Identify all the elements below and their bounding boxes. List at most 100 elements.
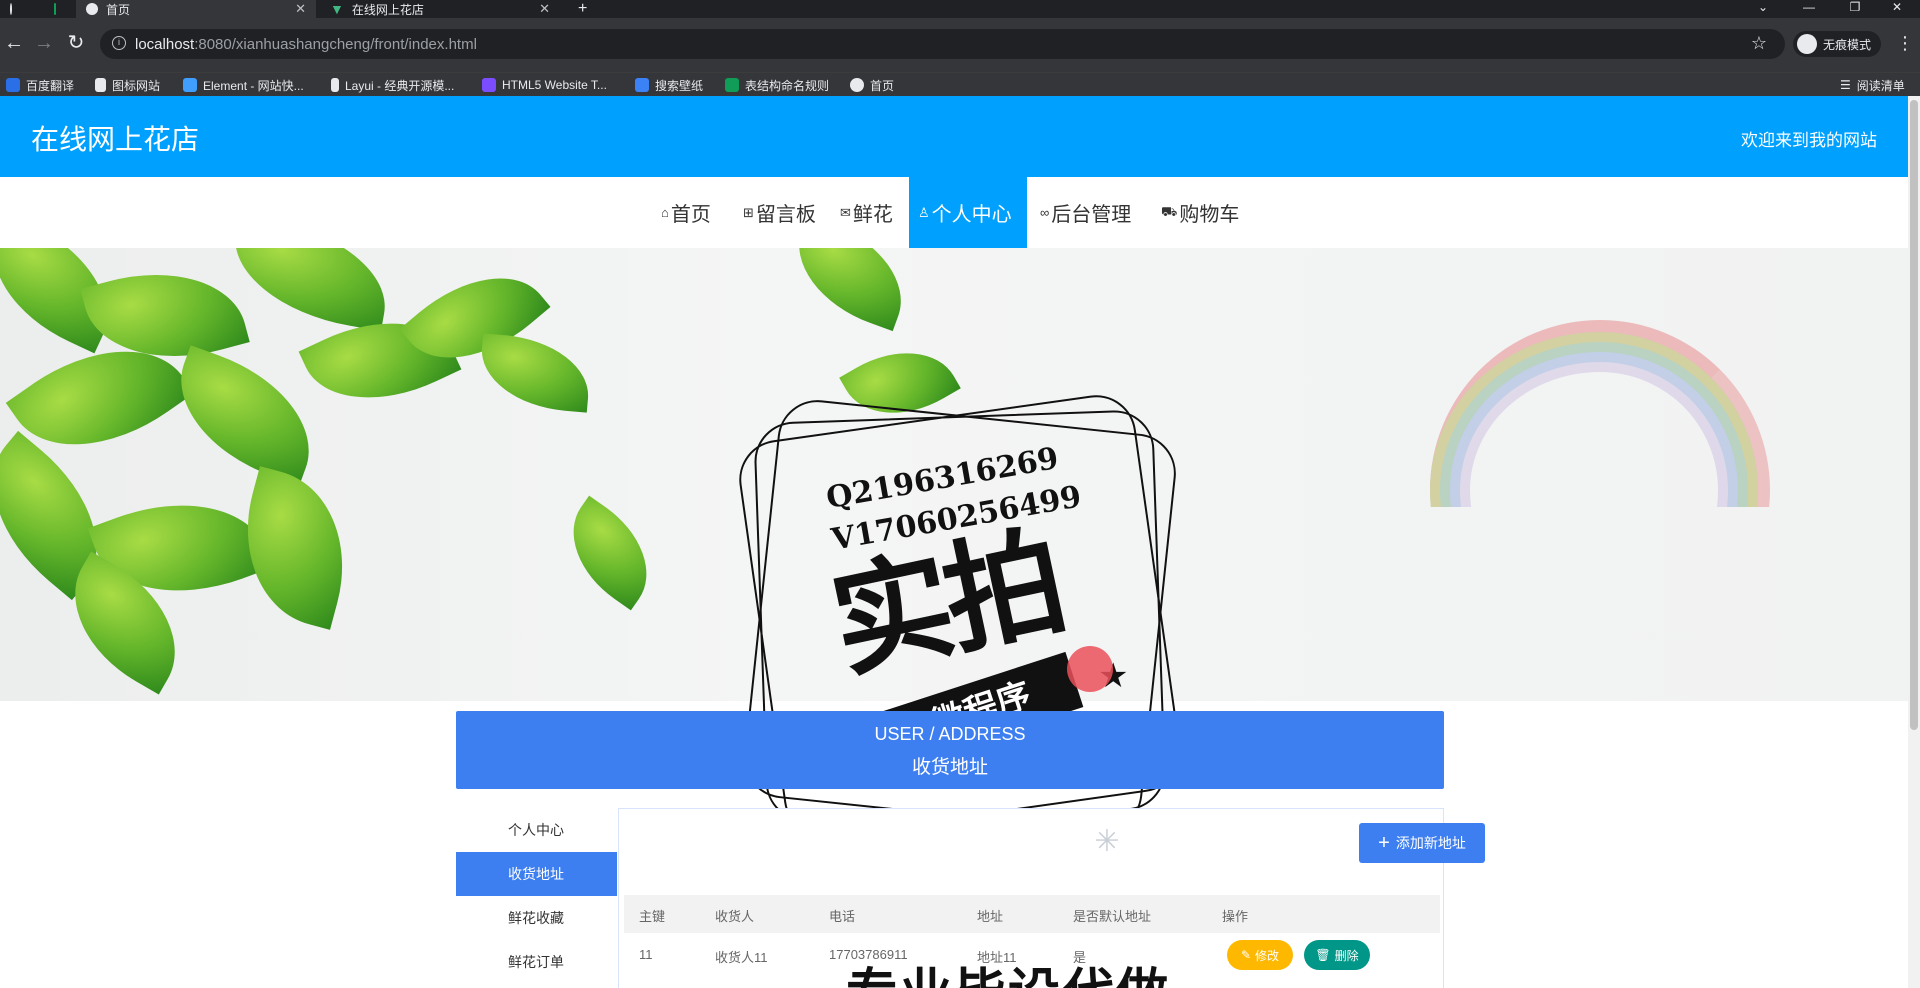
bookmark-label: 图标网站 [112, 78, 161, 93]
hero-banner[interactable] [0, 248, 1908, 701]
reading-list[interactable]: ☰ 阅读清单 [1840, 76, 1905, 94]
new-tab-button[interactable]: + [568, 0, 598, 18]
reading-list-icon: ☰ [1840, 78, 1851, 92]
page-scrollbar[interactable] [1908, 96, 1920, 988]
element-icon [183, 78, 197, 92]
delete-button[interactable]: 🗑 删除 [1304, 940, 1370, 970]
forward-icon[interactable]: → [30, 30, 58, 58]
add-address-button[interactable]: + 添加新地址 [1359, 823, 1485, 863]
address-bar-row: ← → ↻ i localhost:8080/xianhuashangcheng… [0, 18, 1920, 72]
bookmark-label: 表结构命名规则 [745, 78, 830, 93]
info-icon[interactable]: i [112, 36, 126, 50]
url-bar[interactable]: i localhost:8080/xianhuashangcheng/front… [100, 29, 1785, 59]
user-icon: ♙ [918, 204, 930, 220]
restore-icon[interactable]: ❐ [1832, 0, 1878, 18]
loading-spinner-icon: ✳ [1094, 825, 1120, 858]
bookmark-label: 搜索壁纸 [655, 78, 704, 93]
nav-label: 个人中心 [931, 204, 1012, 226]
back-icon[interactable]: ← [0, 30, 28, 58]
col-receiver: 收货人 [715, 909, 755, 924]
nav-admin[interactable]: ∞ 后台管理 [1031, 177, 1140, 248]
nav-label: 留言板 [755, 204, 816, 226]
side-item-orders[interactable]: 鲜花订单 [456, 940, 617, 984]
side-item-personal-center[interactable]: 个人中心 [456, 808, 617, 852]
col-phone: 电话 [829, 909, 856, 924]
minimize-icon[interactable]: — [1786, 0, 1832, 18]
web-page: 在线网上花店 欢迎来到我的网站 ⌂ 首页 ⊞ 留言板 ✉ 鲜花 ♙ 个人中心 ∞ 后台管理… [0, 96, 1908, 988]
bookmark-baidu-translate[interactable]: 百度翻译 [6, 76, 74, 94]
globe-icon [86, 3, 98, 15]
edit-label: 修改 [1255, 948, 1280, 963]
nav-flowers[interactable]: ✉ 鲜花 [831, 177, 902, 248]
flag-icon [95, 78, 106, 92]
tab-label: 首页 [106, 2, 131, 17]
side-item-address[interactable]: 收货地址 [456, 852, 617, 896]
nav-label: 购物车 [1179, 204, 1240, 226]
menu-kebab-icon[interactable]: ⋮ [1896, 33, 1914, 54]
nav-label: 后台管理 [1051, 204, 1132, 226]
reading-list-label: 阅读清单 [1856, 78, 1905, 93]
bookmark-label: HTML5 Website T... [502, 78, 607, 92]
site-title[interactable]: 在线网上花店 [31, 118, 199, 158]
leaf-image [477, 333, 593, 413]
url-path: :8080/xianhuashangcheng/front/index.html [194, 36, 477, 53]
tab-search-icon[interactable] [0, 0, 30, 18]
trash-icon: 🗑 [1315, 948, 1331, 962]
tab-home[interactable]: 首页 ✕ [76, 0, 316, 18]
close-icon[interactable]: ✕ [539, 1, 550, 17]
tab-search-dropdown-icon[interactable]: ⌄ [1740, 0, 1786, 18]
translate-icon [6, 78, 20, 92]
section-header: USER / ADDRESS 收货地址 [456, 711, 1444, 789]
globe-icon [10, 3, 12, 15]
bookmark-label: 百度翻译 [26, 78, 75, 93]
url-text[interactable]: localhost:8080/xianhuashangcheng/front/i… [135, 36, 477, 53]
tab-label: 在线网上花店 [351, 2, 424, 17]
bookmark-home[interactable]: 首页 [850, 76, 894, 94]
scrollbar-thumb[interactable] [1910, 100, 1918, 730]
close-window-icon[interactable]: ✕ [1874, 0, 1920, 18]
bookmark-element[interactable]: Element - 网站快... [183, 76, 304, 94]
nav-personal-center[interactable]: ♙ 个人中心 [909, 177, 1027, 248]
reload-icon[interactable]: ↻ [62, 30, 90, 58]
section-title-en: USER / ADDRESS [874, 724, 1026, 744]
edit-button[interactable]: ✎ 修改 [1227, 940, 1293, 970]
globe-icon [850, 78, 864, 92]
bookmark-label: 首页 [870, 78, 895, 93]
welcome-text: 欢迎来到我的网站 [1741, 131, 1877, 150]
bookmarks-bar: 百度翻译 图标网站 Element - 网站快... Layui - 经典开源模… [0, 72, 1920, 96]
nav-label: 首页 [670, 204, 711, 226]
incognito-icon [1797, 34, 1817, 54]
bookmark-wallpaper[interactable]: 搜索壁纸 [635, 76, 703, 94]
nav-home[interactable]: ⌂ 首页 [652, 177, 720, 248]
rainbow-image [1430, 320, 1770, 507]
home-icon: ⌂ [661, 205, 669, 220]
bookmark-icon-site[interactable]: 图标网站 [95, 76, 160, 94]
col-id: 主键 [639, 909, 666, 924]
link-icon: ∞ [1040, 205, 1050, 220]
bookmark-layui[interactable]: Layui - 经典开源模... [331, 76, 454, 94]
bookmark-star-icon[interactable]: ☆ [1751, 33, 1767, 54]
nav-message-board[interactable]: ⊞ 留言板 [734, 177, 825, 248]
bookmark-label: Layui - 经典开源模... [345, 78, 455, 93]
tab-app-icon[interactable] [44, 0, 74, 18]
browser-tab-strip: 首页 ✕ ▼ 在线网上花店 ✕ + ⌄ — ❐ ✕ [0, 0, 1920, 18]
bookmark-table-naming[interactable]: 表结构命名规则 [725, 76, 829, 94]
leaf-image [223, 248, 397, 332]
leaf-image [839, 327, 961, 439]
side-item-favorites[interactable]: 鲜花收藏 [456, 896, 617, 940]
tab-flower-shop[interactable]: ▼ 在线网上花店 ✕ [320, 0, 560, 18]
mail-icon: ✉ [840, 204, 851, 220]
close-icon[interactable]: ✕ [295, 1, 306, 17]
col-default: 是否默认地址 [1073, 909, 1152, 924]
gift-icon: ⊞ [743, 204, 754, 220]
layui-icon [331, 78, 339, 92]
main-nav: ⌂ 首页 ⊞ 留言板 ✉ 鲜花 ♙ 个人中心 ∞ 后台管理 ⛟ 购物车 [0, 177, 1908, 248]
incognito-badge[interactable]: 无痕模式 [1793, 31, 1882, 57]
bookmark-label: Element - 网站快... [203, 78, 304, 93]
bookmark-html5[interactable]: HTML5 Website T... [482, 76, 607, 94]
nav-cart[interactable]: ⛟ 购物车 [1152, 177, 1248, 248]
vue-icon: ▼ [330, 1, 344, 17]
site-header: 在线网上花店 欢迎来到我的网站 [0, 96, 1908, 177]
side-menu: 个人中心 收货地址 鲜花收藏 鲜花订单 [456, 808, 617, 984]
url-host: localhost [135, 36, 195, 53]
